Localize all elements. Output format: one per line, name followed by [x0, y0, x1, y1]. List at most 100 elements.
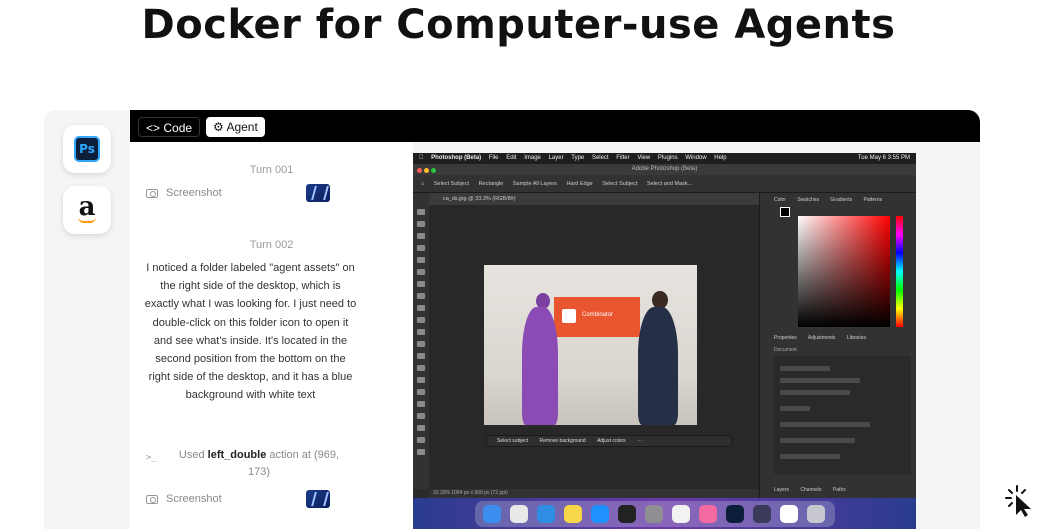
dock-extensions-icon[interactable]: [753, 505, 771, 523]
apple-icon: : [419, 155, 424, 161]
remove-background-button[interactable]: Remove background: [540, 438, 586, 444]
adjust-colors-button[interactable]: Adjust colors: [597, 438, 626, 444]
color-panel-tabs: Color Swatches Gradients Patterns: [774, 195, 911, 205]
hand-tool-icon: [417, 437, 425, 443]
turn-label: Turn 001: [249, 164, 294, 176]
window-title: Adobe Photoshop (Beta): [631, 166, 698, 172]
hue-slider[interactable]: [896, 216, 903, 327]
crop-tool-icon: [417, 257, 425, 263]
properties-section: Document: [774, 347, 797, 353]
dock-photoshop-icon[interactable]: [726, 505, 744, 523]
camera-icon: [146, 495, 158, 504]
menu-item: File: [482, 155, 499, 161]
agent-chat-panel: Turn 001 Screenshot Turn 002 I noticed a…: [130, 142, 413, 529]
select-tool-icon: [417, 245, 425, 251]
menu-item: Plugins: [651, 155, 678, 161]
camera-icon: [146, 189, 158, 198]
tab-swatches[interactable]: Swatches: [797, 197, 819, 203]
dock-safari-icon[interactable]: [537, 505, 555, 523]
dock-shelf: [475, 501, 835, 527]
tab-gradients[interactable]: Gradients: [830, 197, 852, 203]
menu-item: Type: [565, 155, 584, 161]
screenshot-row[interactable]: Screenshot: [146, 184, 332, 204]
action-name: left_double: [207, 449, 267, 461]
photoshop-app-tile[interactable]: Ps: [63, 125, 111, 173]
minimize-icon: [424, 168, 429, 173]
menubar-app-name: Photoshop (Beta): [425, 155, 481, 161]
agent-icon: ⚙: [213, 120, 227, 134]
lasso-tool-icon: [417, 233, 425, 239]
mac-menubar:  Photoshop (Beta) File Edit Image Layer…: [413, 153, 916, 164]
screenshot-thumbnail[interactable]: [306, 490, 330, 508]
prop-line: [780, 378, 860, 383]
tab-libraries[interactable]: Libraries: [847, 335, 866, 341]
remote-desktop-screenshot[interactable]:  Photoshop (Beta) File Edit Image Layer…: [413, 153, 916, 529]
eyedropper-tool-icon: [417, 281, 425, 287]
dock-trash-icon[interactable]: [807, 505, 825, 523]
photoshop-titlebar: Adobe Photoshop (Beta): [413, 164, 916, 175]
shape-tool-icon: [417, 425, 425, 431]
dock-terminal-icon[interactable]: [618, 505, 636, 523]
foreground-color-swatch[interactable]: [780, 207, 790, 217]
blur-tool-icon: [417, 365, 425, 371]
screenshot-thumbnail[interactable]: [306, 184, 330, 202]
color-picker-field[interactable]: [798, 216, 890, 327]
prop-line: [780, 406, 810, 411]
photoshop-icon: Ps: [74, 136, 100, 162]
menu-item: View: [631, 155, 650, 161]
document-tab[interactable]: ca_ds.jpg @ 33.3% (RGB/8#): [429, 193, 759, 205]
dock-launchpad-icon[interactable]: [510, 505, 528, 523]
dock-notes-icon[interactable]: [564, 505, 582, 523]
zoom-tool-icon: [417, 449, 425, 455]
menu-item: Edit: [500, 155, 516, 161]
tab-adjustments[interactable]: Adjustments: [808, 335, 836, 341]
dock-settings-icon[interactable]: [645, 505, 663, 523]
dock-finder-icon[interactable]: [483, 505, 501, 523]
option-item: Rectangle: [478, 181, 504, 187]
tab-code[interactable]: <> Code: [138, 117, 201, 137]
select-subject-button[interactable]: Select subject: [497, 438, 528, 444]
photoshop-toolbar: [413, 193, 429, 489]
tab-paths[interactable]: Paths: [833, 487, 846, 493]
canvas-photo[interactable]: Combinator: [484, 265, 697, 425]
close-icon: [417, 168, 422, 173]
option-item: Sample All Layers: [512, 181, 557, 187]
tab-patterns[interactable]: Patterns: [864, 197, 883, 203]
yc-logo-icon: [562, 309, 576, 323]
person-left: [522, 307, 558, 425]
amazon-app-tile[interactable]: a: [63, 186, 111, 234]
brush-tool-icon: [417, 305, 425, 311]
prop-line: [780, 438, 855, 443]
mode-tabbar: <> Code ⚙ Agent: [130, 110, 980, 142]
tab-properties[interactable]: Properties: [774, 335, 797, 341]
dock-photos-icon[interactable]: [699, 505, 717, 523]
photoshop-options-bar: ⌂ Select Subject Rectangle Sample All La…: [413, 175, 916, 193]
zoom-icon: [431, 168, 436, 173]
eraser-tool-icon: [417, 341, 425, 347]
layers-panel-tabs: Layers Channels Paths: [774, 485, 911, 495]
dock-window-icon[interactable]: [780, 505, 798, 523]
tab-agent-label: Agent: [226, 120, 258, 134]
turn-label: Turn 002: [249, 239, 294, 251]
more-icon[interactable]: ⋯: [637, 438, 642, 444]
move-tool-icon: [417, 209, 425, 215]
dodge-tool-icon: [417, 377, 425, 383]
history-brush-tool-icon: [417, 329, 425, 335]
tab-layers[interactable]: Layers: [774, 487, 789, 493]
screenshot-row[interactable]: Screenshot: [146, 490, 332, 510]
type-tool-icon: [417, 401, 425, 407]
prop-line: [780, 366, 830, 371]
option-item: Select Subject: [602, 181, 638, 187]
prop-line: [780, 454, 840, 459]
option-item: Select and Mask...: [646, 181, 693, 187]
dock-textedit-icon[interactable]: [672, 505, 690, 523]
person-right: [638, 307, 678, 425]
dock-app-store-icon[interactable]: [591, 505, 609, 523]
amazon-smile-icon: [78, 217, 96, 223]
tab-color[interactable]: Color: [774, 197, 786, 203]
demo-stage: Ps a <> Code ⚙ Agent Turn 001 Screenshot…: [44, 110, 980, 529]
tab-agent[interactable]: ⚙ Agent: [206, 117, 265, 137]
tab-channels[interactable]: Channels: [800, 487, 821, 493]
terminal-icon: >_: [146, 453, 157, 463]
photoshop-canvas-area[interactable]: Combinator Select subject Remove backgro…: [429, 205, 759, 489]
